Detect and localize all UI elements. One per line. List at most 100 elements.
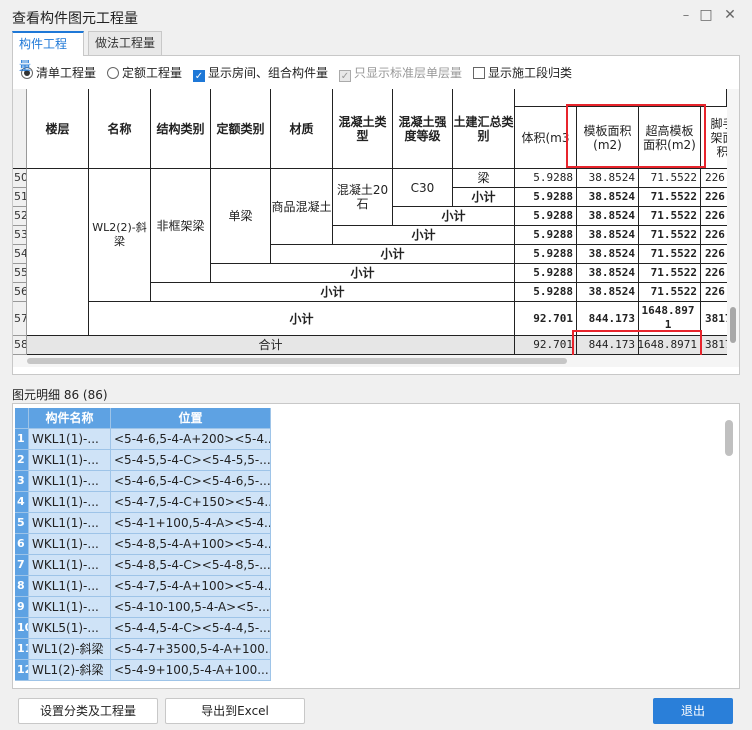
header-structure-type: 结构类别: [151, 89, 211, 169]
detail-row-index[interactable]: 8: [15, 576, 29, 597]
component-name-cell: WL2(2)-斜梁: [89, 169, 151, 302]
volume-value: 5.9288: [515, 188, 577, 207]
formwork-value: 38.8524: [577, 169, 639, 188]
formwork-value: 38.8524: [577, 245, 639, 264]
detail-row-position[interactable]: <5-4-7,5-4-C+150><5-4...: [111, 492, 271, 513]
high-formwork-value: 71.5522: [639, 188, 701, 207]
header-name: 名称: [89, 89, 151, 169]
detail-row-index[interactable]: 12: [15, 660, 29, 681]
detail-row-position[interactable]: <5-4-8,5-4-A+100><5-4...: [111, 534, 271, 555]
detail-row-index[interactable]: 6: [15, 534, 29, 555]
total-cell: 合计: [27, 336, 515, 355]
minimize-icon[interactable]: ﹣: [676, 6, 696, 24]
detail-row-index[interactable]: 7: [15, 555, 29, 576]
header-summary-category: 土建汇总类别: [453, 89, 515, 169]
header-quota-type: 定额类别: [211, 89, 271, 169]
structure-type-cell: 非框架梁: [151, 169, 211, 283]
tab-method-quantity[interactable]: 做法工程量: [88, 31, 162, 55]
detail-row-index[interactable]: 4: [15, 492, 29, 513]
option-show-room-quantity[interactable]: ✓ 显示房间、组合构件量: [193, 64, 328, 82]
volume-value: 5.9288: [515, 283, 577, 302]
detail-header-name[interactable]: 构件名称: [29, 408, 111, 429]
export-excel-button[interactable]: 导出到Excel: [165, 698, 305, 724]
header-formwork-area: 模板面积(m2): [577, 107, 639, 169]
detail-row-name[interactable]: WKL1(1)-...: [29, 429, 111, 450]
detail-row-name[interactable]: WL1(2)-斜梁: [29, 639, 111, 660]
detail-row-position[interactable]: <5-4-6,5-4-A+200><5-4...: [111, 429, 271, 450]
scaffold-value: 3817: [701, 302, 727, 336]
formwork-value: 38.8524: [577, 226, 639, 245]
detail-row-index[interactable]: 1: [15, 429, 29, 450]
window-title: 查看构件图元工程量: [12, 11, 138, 27]
option-standard-floor-only: ✓ 只显示标准层单层量: [339, 64, 462, 82]
detail-row-name[interactable]: WKL1(1)-...: [29, 534, 111, 555]
detail-row-name[interactable]: WKL1(1)-...: [29, 471, 111, 492]
maximize-icon[interactable]: □: [696, 6, 716, 24]
detail-row-name[interactable]: WKL1(1)-...: [29, 576, 111, 597]
detail-row-name[interactable]: WKL1(1)-...: [29, 492, 111, 513]
close-icon[interactable]: ✕: [720, 6, 740, 24]
detail-row-position[interactable]: <5-4-4,5-4-C><5-4-4,5-...: [111, 618, 271, 639]
detail-row-index[interactable]: 5: [15, 513, 29, 534]
subtotal-cell: 小计: [211, 264, 515, 283]
formwork-value: 844.173: [577, 302, 639, 336]
detail-row-name[interactable]: WKL1(1)-...: [29, 555, 111, 576]
scaffold-value: 226.: [701, 226, 727, 245]
scaffold-value: 226: [701, 169, 727, 188]
detail-row-index[interactable]: 3: [15, 471, 29, 492]
header-material: 材质: [271, 89, 333, 169]
option-label: 显示施工段归类: [488, 66, 573, 80]
set-category-quantity-button[interactable]: 设置分类及工程量: [18, 698, 158, 724]
detail-row-position[interactable]: <5-4-6,5-4-C><5-4-6,5-...: [111, 471, 271, 492]
option-bill-quantity[interactable]: 清单工程量: [21, 64, 96, 82]
volume-value: 5.9288: [515, 264, 577, 283]
detail-row-position[interactable]: <5-4-7+3500,5-4-A+100...: [111, 639, 271, 660]
horizontal-scroll-thumb[interactable]: [27, 358, 567, 364]
formwork-value: 38.8524: [577, 264, 639, 283]
radio-empty-icon[interactable]: [107, 67, 119, 79]
high-formwork-value: 71.5522: [639, 264, 701, 283]
detail-row-position[interactable]: <5-4-9+100,5-4-A+100...: [111, 660, 271, 681]
high-formwork-value: 71.5522: [639, 283, 701, 302]
tab-component-quantity[interactable]: 构件工程量: [12, 31, 84, 73]
high-formwork-value: 71.5522: [639, 169, 701, 188]
title-bar: 查看构件图元工程量 ﹣ □ ✕: [0, 0, 752, 30]
detail-scroll-thumb[interactable]: [725, 420, 733, 456]
row-number-header: [13, 89, 27, 169]
detail-row-name[interactable]: WL1(2)-斜梁: [29, 660, 111, 681]
detail-row-index[interactable]: 9: [15, 597, 29, 618]
detail-row-index[interactable]: 10: [15, 618, 29, 639]
detail-row-name[interactable]: WKL1(1)-...: [29, 597, 111, 618]
detail-row-name[interactable]: WKL5(1)-...: [29, 618, 111, 639]
detail-row-position[interactable]: <5-4-1+100,5-4-A><5-4...: [111, 513, 271, 534]
header-concrete-type: 混凝土类型: [333, 89, 393, 169]
detail-row-position[interactable]: <5-4-8,5-4-C><5-4-8,5-...: [111, 555, 271, 576]
scaffold-value: 226.: [701, 283, 727, 302]
subtotal-cell: 小计: [151, 283, 515, 302]
scaffold-value: 226.: [701, 188, 727, 207]
option-show-construction-section[interactable]: 显示施工段归类: [473, 64, 572, 82]
vertical-scrollbar[interactable]: [727, 89, 739, 367]
checkbox-empty-icon[interactable]: [473, 67, 485, 79]
detail-row-index[interactable]: 11: [15, 639, 29, 660]
detail-header-position[interactable]: 位置: [111, 408, 271, 429]
option-label: 显示房间、组合构件量: [208, 66, 329, 80]
detail-row-position[interactable]: <5-4-7,5-4-A+100><5-4...: [111, 576, 271, 597]
total-volume-value: 92.701: [515, 336, 577, 355]
quota-type-cell: 单梁: [211, 169, 271, 264]
detail-row-position[interactable]: <5-4-10-100,5-4-A><5-...: [111, 597, 271, 618]
exit-button[interactable]: 退出: [653, 698, 733, 724]
detail-row-index[interactable]: 2: [15, 450, 29, 471]
detail-row-position[interactable]: <5-4-5,5-4-C><5-4-5,5-...: [111, 450, 271, 471]
high-formwork-value: 71.5522: [639, 207, 701, 226]
detail-row-name[interactable]: WKL1(1)-...: [29, 450, 111, 471]
subtotal-cell: 小计: [333, 226, 515, 245]
row-number: 52: [13, 207, 27, 226]
horizontal-scrollbar[interactable]: [13, 355, 727, 367]
vertical-scroll-thumb[interactable]: [730, 307, 736, 343]
row-number: 55: [13, 264, 27, 283]
option-quota-quantity[interactable]: 定额工程量: [107, 64, 182, 82]
subtotal-cell: 小计: [393, 207, 515, 226]
checkbox-checked-icon[interactable]: ✓: [193, 70, 205, 82]
detail-row-name[interactable]: WKL1(1)-...: [29, 513, 111, 534]
